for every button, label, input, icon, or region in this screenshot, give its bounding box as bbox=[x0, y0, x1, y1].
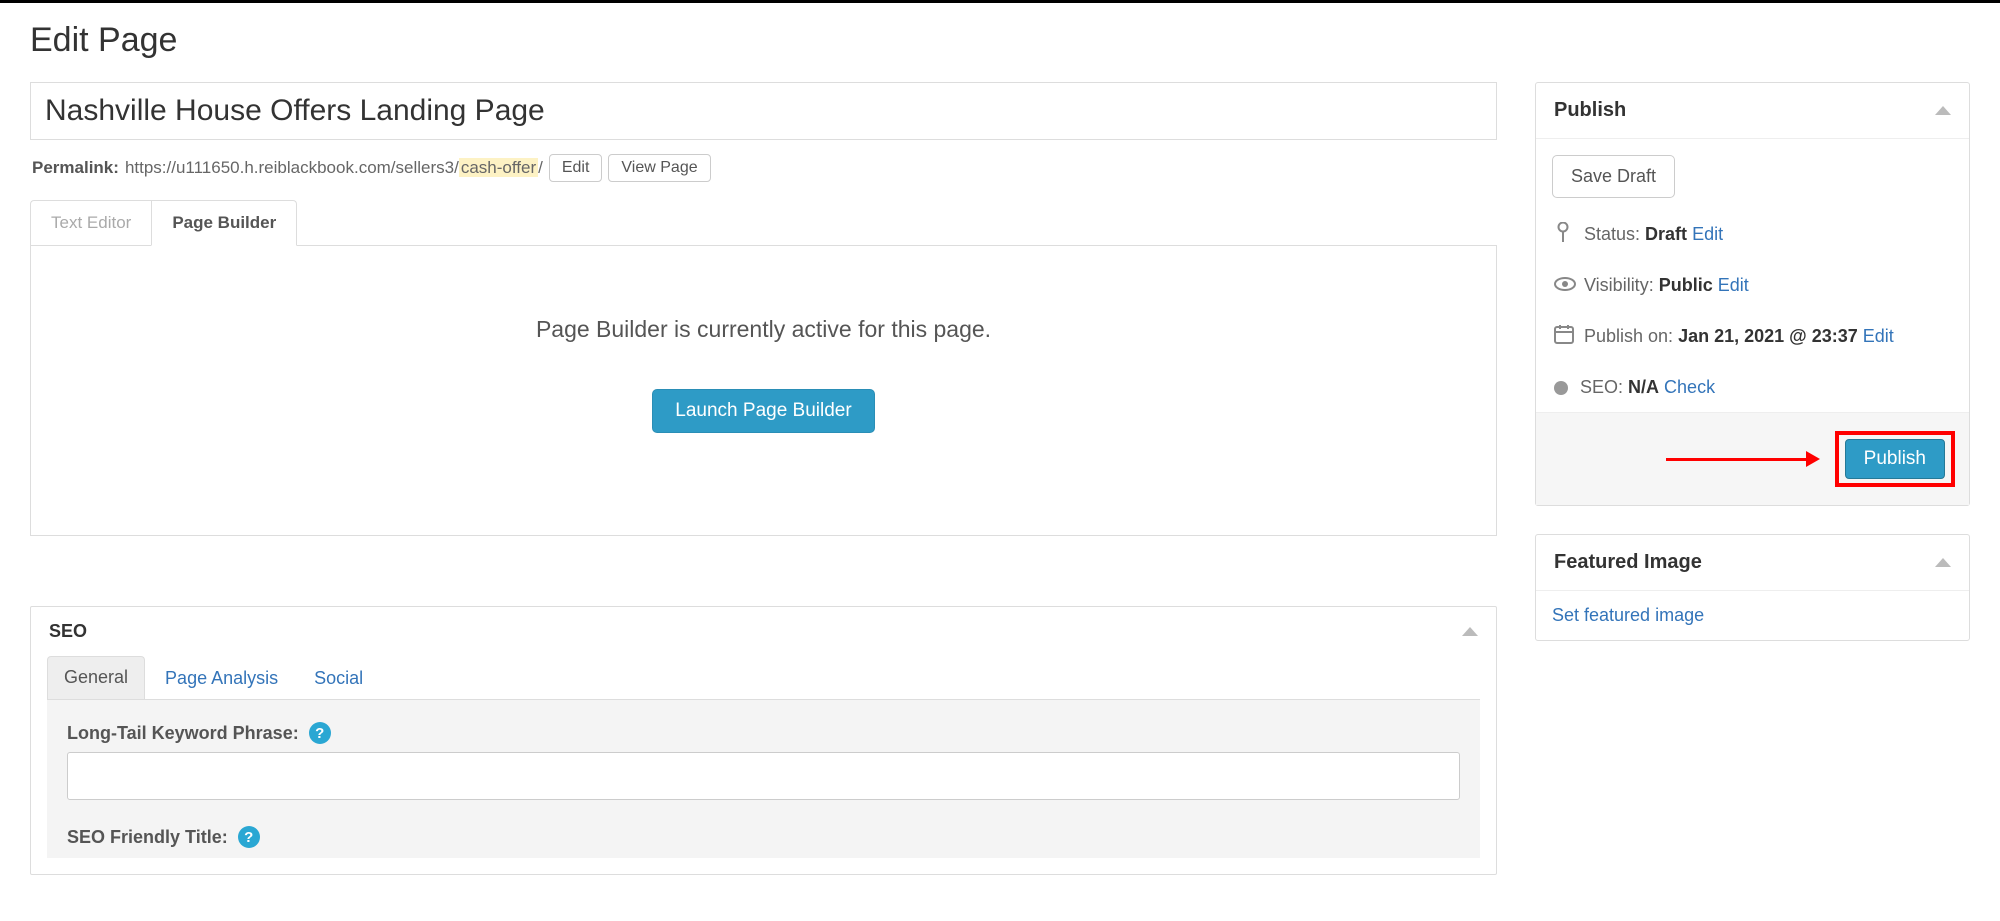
seo-status-label: SEO: bbox=[1580, 377, 1623, 397]
status-label: Status: bbox=[1584, 224, 1640, 244]
collapse-icon[interactable] bbox=[1462, 627, 1478, 636]
permalink-slug[interactable]: cash-offer bbox=[459, 158, 538, 177]
long-tail-keyword-input[interactable] bbox=[67, 752, 1460, 800]
featured-image-title: Featured Image bbox=[1554, 551, 1702, 574]
seo-check-link[interactable]: Check bbox=[1664, 377, 1715, 397]
featured-image-header[interactable]: Featured Image bbox=[1536, 535, 1969, 591]
status-row: Status: Draft Edit bbox=[1552, 208, 1953, 261]
collapse-icon[interactable] bbox=[1935, 558, 1951, 567]
featured-image-panel: Featured Image Set featured image bbox=[1535, 534, 1970, 641]
seo-general-content: Long-Tail Keyword Phrase: ? SEO Friendly… bbox=[47, 700, 1480, 858]
seo-panel-title: SEO bbox=[49, 621, 87, 642]
publish-panel-title: Publish bbox=[1554, 99, 1626, 122]
publish-on-value: Jan 21, 2021 @ 23:37 bbox=[1678, 326, 1858, 346]
pin-icon bbox=[1554, 222, 1572, 247]
seo-status-value: N/A bbox=[1628, 377, 1659, 397]
seo-panel-header[interactable]: SEO bbox=[31, 607, 1496, 656]
permalink-edit-button[interactable]: Edit bbox=[549, 154, 603, 182]
help-icon[interactable]: ? bbox=[238, 826, 260, 848]
publish-button[interactable]: Publish bbox=[1845, 439, 1945, 479]
visibility-edit-link[interactable]: Edit bbox=[1718, 275, 1749, 295]
tab-page-builder[interactable]: Page Builder bbox=[151, 200, 297, 246]
permalink-row: Permalink: https://u111650.h.reiblackboo… bbox=[32, 154, 1497, 182]
seo-tab-analysis[interactable]: Page Analysis bbox=[149, 656, 294, 699]
launch-page-builder-button[interactable]: Launch Page Builder bbox=[652, 389, 874, 433]
permalink-label: Permalink: bbox=[32, 158, 119, 178]
help-icon[interactable]: ? bbox=[309, 722, 331, 744]
annotation-highlight: Publish bbox=[1835, 431, 1955, 487]
status-value: Draft bbox=[1645, 224, 1687, 244]
page-builder-message: Page Builder is currently active for thi… bbox=[51, 316, 1476, 343]
publish-on-label: Publish on: bbox=[1584, 326, 1673, 346]
seo-tabs: General Page Analysis Social bbox=[47, 656, 1480, 700]
seo-panel: SEO General Page Analysis Social Long-Ta… bbox=[30, 606, 1497, 875]
save-draft-button[interactable]: Save Draft bbox=[1552, 155, 1675, 198]
editor-tabs: Text Editor Page Builder bbox=[30, 200, 1497, 246]
set-featured-image-link[interactable]: Set featured image bbox=[1552, 605, 1704, 625]
view-page-button[interactable]: View Page bbox=[608, 154, 710, 182]
page-title: Edit Page bbox=[30, 21, 1970, 60]
calendar-icon bbox=[1554, 324, 1572, 349]
page-title-input[interactable] bbox=[30, 82, 1497, 140]
tab-text-editor[interactable]: Text Editor bbox=[30, 200, 151, 246]
long-tail-label: Long-Tail Keyword Phrase: bbox=[67, 723, 299, 744]
publish-on-edit-link[interactable]: Edit bbox=[1863, 326, 1894, 346]
visibility-label: Visibility: bbox=[1584, 275, 1654, 295]
permalink-base: https://u111650.h.reiblackbook.com/selle… bbox=[125, 158, 459, 177]
seo-tab-general[interactable]: General bbox=[47, 656, 145, 699]
publish-footer: Publish bbox=[1536, 412, 1969, 505]
publish-panel: Publish Save Draft Status: Draft Edit bbox=[1535, 82, 1970, 506]
permalink-trail: / bbox=[538, 158, 543, 177]
seo-tab-social[interactable]: Social bbox=[298, 656, 379, 699]
publish-on-row: Publish on: Jan 21, 2021 @ 23:37 Edit bbox=[1552, 310, 1953, 363]
page-builder-panel: Page Builder is currently active for thi… bbox=[30, 246, 1497, 536]
visibility-value: Public bbox=[1659, 275, 1713, 295]
seo-status-row: SEO: N/A Check bbox=[1552, 363, 1953, 412]
collapse-icon[interactable] bbox=[1935, 106, 1951, 115]
eye-icon bbox=[1554, 275, 1572, 296]
visibility-row: Visibility: Public Edit bbox=[1552, 261, 1953, 310]
annotation-arrow bbox=[1666, 451, 1820, 467]
status-dot-icon bbox=[1554, 381, 1568, 395]
status-edit-link[interactable]: Edit bbox=[1692, 224, 1723, 244]
publish-panel-header[interactable]: Publish bbox=[1536, 83, 1969, 139]
seo-friendly-title-label: SEO Friendly Title: bbox=[67, 827, 228, 848]
